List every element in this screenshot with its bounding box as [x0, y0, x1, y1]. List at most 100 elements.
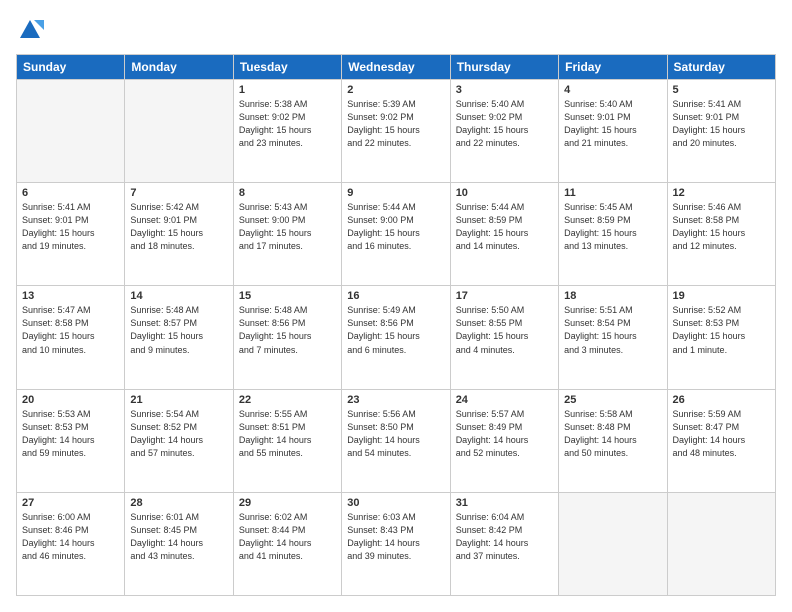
- day-info: Sunrise: 5:58 AM Sunset: 8:48 PM Dayligh…: [564, 408, 661, 460]
- calendar-cell: 22 Sunrise: 5:55 AM Sunset: 8:51 PM Dayli…: [233, 389, 341, 492]
- day-info: Sunrise: 5:44 AM Sunset: 8:59 PM Dayligh…: [456, 201, 553, 253]
- calendar-cell: 10Sunrise: 5:44 AM Sunset: 8:59 PM Dayli…: [450, 183, 558, 286]
- day-number: 22: [239, 394, 336, 406]
- logo: [16, 16, 48, 44]
- day-number: 2: [347, 84, 444, 96]
- calendar-header-row: SundayMondayTuesdayWednesdayThursdayFrid…: [17, 55, 776, 80]
- day-info: Sunrise: 5:54 AM Sunset: 8:52 PM Dayligh…: [130, 408, 227, 460]
- calendar-cell: 13 Sunrise: 5:47 AM Sunset: 8:58 PM Dayli…: [17, 286, 125, 389]
- calendar-cell: 14 Sunrise: 5:48 AM Sunset: 8:57 PM Dayli…: [125, 286, 233, 389]
- calendar-cell: 17Sunrise: 5:50 AM Sunset: 8:55 PM Dayli…: [450, 286, 558, 389]
- day-number: 11: [564, 187, 661, 199]
- calendar-cell: 19 Sunrise: 5:52 AM Sunset: 8:53 PM Dayli…: [667, 286, 775, 389]
- day-info: Sunrise: 5:47 AM Sunset: 8:58 PM Dayligh…: [22, 304, 119, 356]
- day-info: Sunrise: 5:59 AM Sunset: 8:47 PM Dayligh…: [673, 408, 770, 460]
- calendar-cell: [125, 80, 233, 183]
- calendar-cell: 28 Sunrise: 6:01 AM Sunset: 8:45 PM Dayli…: [125, 492, 233, 595]
- day-number: 15: [239, 290, 336, 302]
- weekday-header-saturday: Saturday: [667, 55, 775, 80]
- day-number: 13: [22, 290, 119, 302]
- day-info: Sunrise: 5:43 AM Sunset: 9:00 PM Dayligh…: [239, 201, 336, 253]
- calendar-week-2: 6 Sunrise: 5:41 AM Sunset: 9:01 PM Daylig…: [17, 183, 776, 286]
- calendar-cell: 9 Sunrise: 5:44 AM Sunset: 9:00 PM Daylig…: [342, 183, 450, 286]
- weekday-header-wednesday: Wednesday: [342, 55, 450, 80]
- day-number: 12: [673, 187, 770, 199]
- day-number: 19: [673, 290, 770, 302]
- day-info: Sunrise: 5:39 AM Sunset: 9:02 PM Dayligh…: [347, 98, 444, 150]
- day-info: Sunrise: 5:48 AM Sunset: 8:57 PM Dayligh…: [130, 304, 227, 356]
- calendar-cell: 15 Sunrise: 5:48 AM Sunset: 8:56 PM Dayli…: [233, 286, 341, 389]
- calendar-cell: 2 Sunrise: 5:39 AM Sunset: 9:02 PM Daylig…: [342, 80, 450, 183]
- calendar-cell: 3 Sunrise: 5:40 AM Sunset: 9:02 PM Daylig…: [450, 80, 558, 183]
- calendar-cell: 5 Sunrise: 5:41 AM Sunset: 9:01 PM Daylig…: [667, 80, 775, 183]
- calendar-cell: 6 Sunrise: 5:41 AM Sunset: 9:01 PM Daylig…: [17, 183, 125, 286]
- calendar-week-4: 20 Sunrise: 5:53 AM Sunset: 8:53 PM Dayli…: [17, 389, 776, 492]
- day-info: Sunrise: 5:38 AM Sunset: 9:02 PM Dayligh…: [239, 98, 336, 150]
- calendar-cell: 11 Sunrise: 5:45 AM Sunset: 8:59 PM Dayli…: [559, 183, 667, 286]
- calendar-cell: 30 Sunrise: 6:03 AM Sunset: 8:43 PM Dayli…: [342, 492, 450, 595]
- weekday-header-thursday: Thursday: [450, 55, 558, 80]
- calendar-week-5: 27Sunrise: 6:00 AM Sunset: 8:46 PM Dayli…: [17, 492, 776, 595]
- day-info: Sunrise: 5:50 AM Sunset: 8:55 PM Dayligh…: [456, 304, 553, 356]
- calendar-cell: [17, 80, 125, 183]
- day-number: 28: [130, 497, 227, 509]
- day-info: Sunrise: 5:40 AM Sunset: 9:01 PM Dayligh…: [564, 98, 661, 150]
- day-number: 8: [239, 187, 336, 199]
- day-number: 18: [564, 290, 661, 302]
- day-number: 1: [239, 84, 336, 96]
- calendar-cell: 27Sunrise: 6:00 AM Sunset: 8:46 PM Dayli…: [17, 492, 125, 595]
- calendar-cell: 29 Sunrise: 6:02 AM Sunset: 8:44 PM Dayli…: [233, 492, 341, 595]
- day-number: 31: [456, 497, 553, 509]
- day-number: 5: [673, 84, 770, 96]
- day-info: Sunrise: 5:53 AM Sunset: 8:53 PM Dayligh…: [22, 408, 119, 460]
- calendar-cell: 25 Sunrise: 5:58 AM Sunset: 8:48 PM Dayli…: [559, 389, 667, 492]
- day-info: Sunrise: 5:55 AM Sunset: 8:51 PM Dayligh…: [239, 408, 336, 460]
- calendar-cell: 31Sunrise: 6:04 AM Sunset: 8:42 PM Dayli…: [450, 492, 558, 595]
- calendar-cell: 24 Sunrise: 5:57 AM Sunset: 8:49 PM Dayli…: [450, 389, 558, 492]
- day-info: Sunrise: 6:01 AM Sunset: 8:45 PM Dayligh…: [130, 511, 227, 563]
- calendar-cell: 21 Sunrise: 5:54 AM Sunset: 8:52 PM Dayli…: [125, 389, 233, 492]
- day-info: Sunrise: 5:57 AM Sunset: 8:49 PM Dayligh…: [456, 408, 553, 460]
- day-number: 20: [22, 394, 119, 406]
- day-info: Sunrise: 5:45 AM Sunset: 8:59 PM Dayligh…: [564, 201, 661, 253]
- day-number: 6: [22, 187, 119, 199]
- calendar-cell: 20 Sunrise: 5:53 AM Sunset: 8:53 PM Dayli…: [17, 389, 125, 492]
- day-number: 29: [239, 497, 336, 509]
- day-number: 14: [130, 290, 227, 302]
- calendar-cell: 4 Sunrise: 5:40 AM Sunset: 9:01 PM Daylig…: [559, 80, 667, 183]
- calendar-cell: [667, 492, 775, 595]
- day-number: 3: [456, 84, 553, 96]
- weekday-header-friday: Friday: [559, 55, 667, 80]
- weekday-header-sunday: Sunday: [17, 55, 125, 80]
- day-number: 7: [130, 187, 227, 199]
- day-info: Sunrise: 5:51 AM Sunset: 8:54 PM Dayligh…: [564, 304, 661, 356]
- day-info: Sunrise: 5:56 AM Sunset: 8:50 PM Dayligh…: [347, 408, 444, 460]
- calendar-week-1: 1 Sunrise: 5:38 AM Sunset: 9:02 PM Daylig…: [17, 80, 776, 183]
- calendar-cell: 23 Sunrise: 5:56 AM Sunset: 8:50 PM Dayli…: [342, 389, 450, 492]
- day-info: Sunrise: 5:49 AM Sunset: 8:56 PM Dayligh…: [347, 304, 444, 356]
- day-number: 9: [347, 187, 444, 199]
- day-info: Sunrise: 6:03 AM Sunset: 8:43 PM Dayligh…: [347, 511, 444, 563]
- day-number: 16: [347, 290, 444, 302]
- day-number: 4: [564, 84, 661, 96]
- day-info: Sunrise: 5:41 AM Sunset: 9:01 PM Dayligh…: [673, 98, 770, 150]
- day-info: Sunrise: 5:40 AM Sunset: 9:02 PM Dayligh…: [456, 98, 553, 150]
- calendar-cell: 8 Sunrise: 5:43 AM Sunset: 9:00 PM Daylig…: [233, 183, 341, 286]
- header: [16, 16, 776, 44]
- day-info: Sunrise: 5:44 AM Sunset: 9:00 PM Dayligh…: [347, 201, 444, 253]
- day-info: Sunrise: 6:02 AM Sunset: 8:44 PM Dayligh…: [239, 511, 336, 563]
- day-number: 30: [347, 497, 444, 509]
- page: SundayMondayTuesdayWednesdayThursdayFrid…: [0, 0, 792, 612]
- calendar-table: SundayMondayTuesdayWednesdayThursdayFrid…: [16, 54, 776, 596]
- day-number: 21: [130, 394, 227, 406]
- day-info: Sunrise: 5:41 AM Sunset: 9:01 PM Dayligh…: [22, 201, 119, 253]
- calendar-cell: [559, 492, 667, 595]
- day-info: Sunrise: 5:52 AM Sunset: 8:53 PM Dayligh…: [673, 304, 770, 356]
- calendar-cell: 26 Sunrise: 5:59 AM Sunset: 8:47 PM Dayli…: [667, 389, 775, 492]
- day-number: 25: [564, 394, 661, 406]
- day-number: 26: [673, 394, 770, 406]
- day-number: 24: [456, 394, 553, 406]
- weekday-header-monday: Monday: [125, 55, 233, 80]
- day-number: 23: [347, 394, 444, 406]
- day-info: Sunrise: 5:48 AM Sunset: 8:56 PM Dayligh…: [239, 304, 336, 356]
